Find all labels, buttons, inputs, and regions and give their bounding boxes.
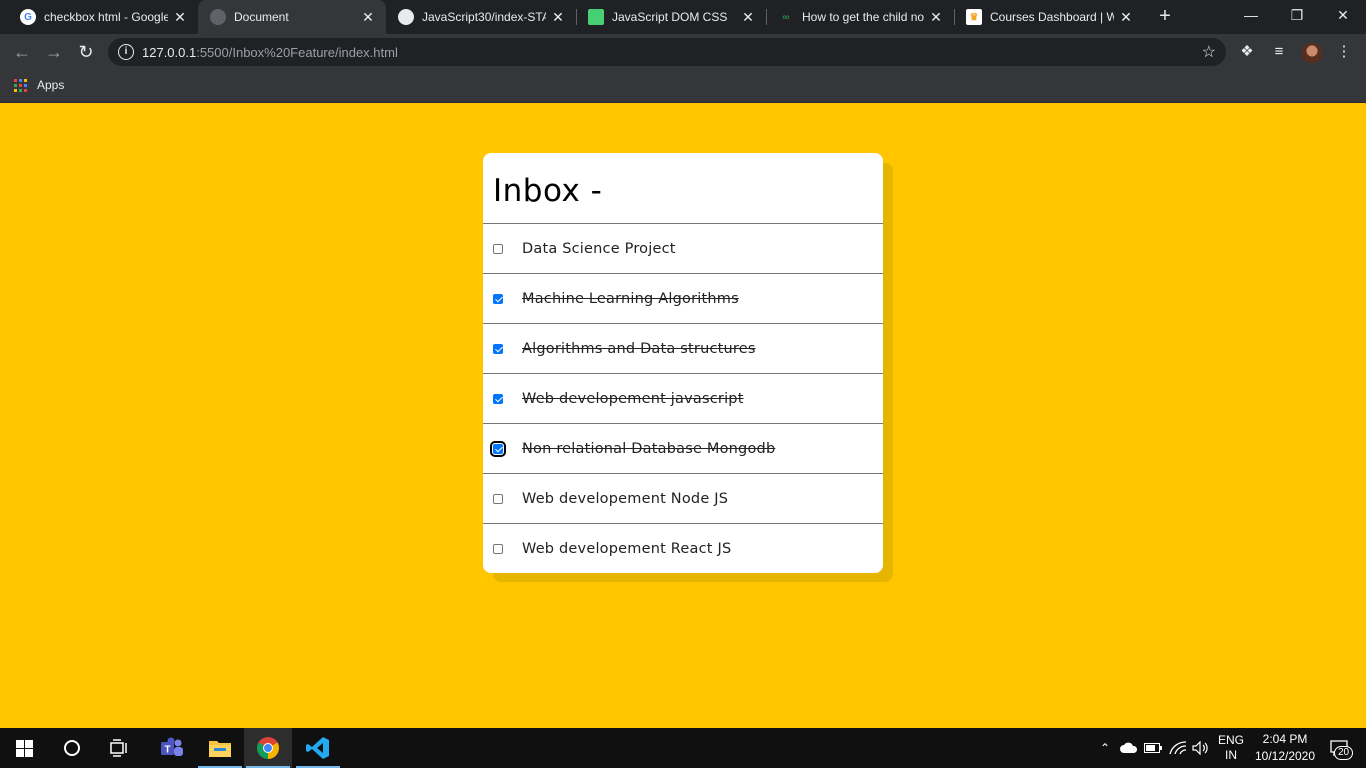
show-hidden-icons-chevron-icon[interactable]: ⌃ bbox=[1095, 728, 1115, 768]
globe-icon bbox=[210, 9, 226, 25]
notification-badge: 20 bbox=[1334, 746, 1354, 760]
tab-how-to-get-child[interactable]: ∞ How to get the child no ✕ bbox=[766, 0, 954, 34]
apps-shortcut[interactable]: Apps bbox=[14, 78, 64, 92]
apps-label: Apps bbox=[37, 78, 65, 92]
item-checkbox[interactable] bbox=[493, 393, 503, 404]
volume-icon[interactable] bbox=[1190, 728, 1212, 768]
tab-title: JavaScript30/index-STA bbox=[422, 10, 546, 24]
item-checkbox[interactable] bbox=[493, 543, 503, 554]
item-label: Data Science Project bbox=[522, 240, 676, 257]
close-icon[interactable]: ✕ bbox=[928, 9, 944, 26]
restore-icon[interactable]: ❐ bbox=[1274, 0, 1320, 30]
back-arrow-icon[interactable]: ← bbox=[10, 40, 34, 64]
chrome-icon[interactable] bbox=[244, 728, 292, 768]
google-icon: G bbox=[20, 9, 36, 25]
tab-javascript30[interactable]: JavaScript30/index-STA ✕ bbox=[386, 0, 576, 34]
apps-grid-icon bbox=[14, 78, 27, 92]
minimize-icon[interactable]: — bbox=[1228, 0, 1274, 30]
inbox-item[interactable]: Non relational Database Mongodb bbox=[483, 423, 883, 473]
item-label: Non relational Database Mongodb bbox=[522, 440, 776, 457]
browser-tab-strip: G checkbox html - Google ✕ Document ✕ Ja… bbox=[0, 0, 1366, 34]
extensions-puzzle-icon[interactable]: ❖ bbox=[1237, 42, 1257, 62]
language-code: ENG bbox=[1217, 733, 1244, 747]
tab-courses-dashboard[interactable]: ♛ Courses Dashboard | W ✕ bbox=[954, 0, 1144, 34]
inbox-title: Inbox - bbox=[493, 173, 603, 209]
url-path: :5500/Inbox%20Feature/index.html bbox=[196, 45, 398, 60]
tab-title: JavaScript DOM CSS bbox=[612, 10, 728, 24]
clock-date: 10/12/2020 bbox=[1254, 749, 1316, 763]
close-icon[interactable]: ✕ bbox=[550, 9, 566, 26]
url-host: 127.0.0.1 bbox=[142, 45, 197, 60]
inbox-item[interactable]: Algorithms and Data structures bbox=[483, 323, 883, 373]
action-center-icon[interactable]: 20 bbox=[1320, 728, 1360, 768]
inbox-item[interactable]: Data Science Project bbox=[483, 223, 883, 273]
window-close-icon[interactable]: ✕ bbox=[1320, 0, 1366, 30]
inbox-item[interactable]: Web developement Node JS bbox=[483, 473, 883, 523]
tab-title: checkbox html - Google bbox=[44, 10, 168, 24]
info-icon[interactable]: i bbox=[118, 44, 134, 60]
item-checkbox[interactable] bbox=[493, 343, 503, 354]
tab-javascript-dom-css[interactable]: JavaScript DOM CSS ✕ bbox=[576, 0, 766, 34]
inbox-item[interactable]: Web developement javascript bbox=[483, 373, 883, 423]
close-icon[interactable]: ✕ bbox=[1118, 9, 1134, 26]
close-icon[interactable]: ✕ bbox=[740, 9, 756, 26]
bookmark-star-icon[interactable]: ☆ bbox=[1202, 42, 1216, 62]
item-label: Web developement Node JS bbox=[522, 490, 729, 507]
task-view-icon[interactable] bbox=[96, 728, 144, 768]
close-icon[interactable]: ✕ bbox=[172, 9, 188, 26]
file-explorer-icon[interactable] bbox=[196, 728, 244, 768]
tab-checkbox-html-google[interactable]: G checkbox html - Google ✕ bbox=[8, 0, 198, 34]
inbox-item[interactable]: Web developement React JS bbox=[483, 523, 883, 573]
codepen-icon bbox=[588, 9, 604, 25]
menu-kebab-icon[interactable]: ⋮ bbox=[1334, 42, 1354, 62]
browser-toolbar: ← → ↻ i 127.0.0.1:5500/Inbox%20Feature/i… bbox=[0, 34, 1366, 70]
item-label: Machine Learning Algorithms bbox=[522, 290, 739, 307]
crown-icon: ♛ bbox=[966, 9, 982, 25]
item-label: Algorithms and Data structures bbox=[522, 340, 756, 357]
clock[interactable]: 2:04 PM 10/12/2020 bbox=[1250, 728, 1320, 768]
tab-title: Courses Dashboard | W bbox=[990, 10, 1114, 24]
tab-document[interactable]: Document ✕ bbox=[198, 0, 386, 34]
item-label: Web developement React JS bbox=[522, 540, 732, 557]
profile-avatar[interactable] bbox=[1302, 43, 1322, 63]
forward-arrow-icon[interactable]: → bbox=[42, 40, 66, 64]
tab-title: How to get the child no bbox=[802, 10, 924, 24]
language-region: IN bbox=[1225, 748, 1237, 762]
battery-icon[interactable] bbox=[1143, 728, 1163, 768]
input-language[interactable]: ENG IN bbox=[1214, 728, 1248, 768]
item-checkbox[interactable] bbox=[493, 243, 503, 254]
clock-time: 2:04 PM bbox=[1262, 732, 1308, 746]
media-queue-icon[interactable]: ≡ bbox=[1269, 42, 1289, 62]
vscode-icon[interactable] bbox=[294, 728, 342, 768]
close-icon[interactable]: ✕ bbox=[360, 9, 376, 26]
new-tab-button[interactable]: + bbox=[1153, 4, 1177, 28]
item-label: Web developement javascript bbox=[522, 390, 744, 407]
reload-icon[interactable]: ↻ bbox=[74, 40, 98, 64]
url-text: 127.0.0.1:5500/Inbox%20Feature/index.htm… bbox=[142, 45, 398, 60]
wifi-icon[interactable] bbox=[1167, 728, 1189, 768]
windows-start-icon[interactable] bbox=[0, 728, 48, 768]
item-checkbox[interactable] bbox=[493, 293, 503, 304]
address-bar[interactable]: i 127.0.0.1:5500/Inbox%20Feature/index.h… bbox=[108, 38, 1226, 66]
github-icon bbox=[398, 9, 414, 25]
geeksforgeeks-icon: ∞ bbox=[782, 11, 790, 23]
item-checkbox[interactable] bbox=[493, 493, 503, 504]
windows-taskbar: T ⌃ ENG IN 2:04 PM 10/12/2020 20 bbox=[0, 728, 1366, 768]
inbox-item[interactable]: Machine Learning Algorithms bbox=[483, 273, 883, 323]
tab-title: Document bbox=[234, 10, 289, 24]
svg-text:T: T bbox=[164, 745, 170, 756]
teams-icon[interactable]: T bbox=[148, 728, 196, 768]
search-circle-icon[interactable] bbox=[48, 728, 96, 768]
onedrive-cloud-icon[interactable] bbox=[1119, 728, 1139, 768]
item-checkbox[interactable] bbox=[490, 440, 506, 457]
inbox-card: Inbox - Data Science Project Machine Lea… bbox=[483, 153, 883, 573]
bookmarks-bar: Apps bbox=[0, 70, 1366, 103]
